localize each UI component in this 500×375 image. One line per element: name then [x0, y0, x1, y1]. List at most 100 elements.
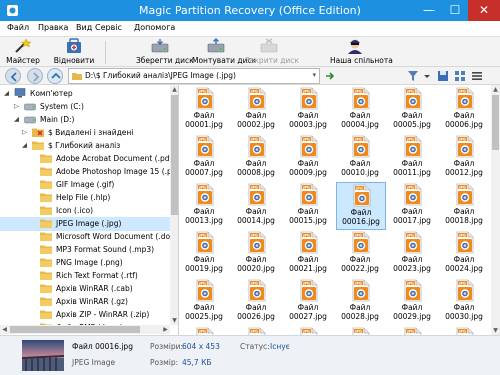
address-dropdown[interactable]: ▾ — [312, 71, 316, 79]
save-disk-button[interactable]: Зберегти диск — [136, 37, 194, 67]
file-item[interactable]: JPG Файл 00008.jpg — [232, 134, 282, 182]
tree-item[interactable]: Архів WinRAR (.gz) — [30, 295, 171, 309]
scroll-up-icon[interactable]: ▲ — [491, 85, 500, 94]
tree-item[interactable]: ◢ $ Глибокий аналіз — [22, 139, 171, 153]
tree-item[interactable]: PNG Image (.png) — [30, 256, 171, 270]
tree-item[interactable]: Архів ZIP - WinRAR (.zip) — [30, 308, 171, 322]
file-item[interactable]: JPG Файл 00019.jpg — [180, 230, 230, 278]
file-item[interactable]: JPG Файл 00027.jpg — [284, 278, 334, 326]
go-arrow-icon[interactable] — [324, 70, 336, 82]
scroll-left-icon[interactable]: ◀ — [0, 325, 9, 334]
back-button[interactable] — [5, 68, 21, 84]
file-item[interactable]: JPG Файл 00015.jpg — [284, 182, 334, 230]
view-mode-icon[interactable] — [454, 70, 466, 82]
file-item[interactable]: JPG Файл 00022.jpg — [336, 230, 386, 278]
maximize-button[interactable]: ☐ — [442, 0, 468, 21]
file-name-line2: 00001.jpg — [185, 120, 223, 129]
tree-item[interactable]: ◢ Main (D:) — [14, 113, 171, 127]
minimize-button[interactable]: — — [416, 0, 442, 21]
file-item[interactable]: JPG — [180, 326, 230, 335]
scroll-up-icon[interactable]: ▲ — [170, 85, 178, 94]
collapse-icon[interactable]: ◢ — [4, 89, 9, 97]
tree-item[interactable]: MP3 Format Sound (.mp3) — [30, 243, 171, 257]
file-item[interactable]: JPG — [336, 326, 386, 335]
grid-scroll-thumb[interactable] — [492, 95, 499, 150]
file-item[interactable]: JPG Файл 00030.jpg — [440, 278, 490, 326]
file-item[interactable]: JPG Файл 00011.jpg — [388, 134, 438, 182]
tree-item[interactable]: ▷ $ Видалені і знайдені — [22, 126, 171, 140]
mount-disk-icon — [207, 38, 225, 53]
menu-edit[interactable]: Правка — [38, 23, 68, 32]
tree-item[interactable]: GIF Image (.gif) — [30, 178, 171, 192]
wizard-icon — [15, 38, 32, 53]
file-item[interactable]: JPG Файл 00003.jpg — [284, 86, 334, 134]
expand-icon[interactable]: ▷ — [22, 128, 27, 136]
file-item[interactable]: JPG Файл 00014.jpg — [232, 182, 282, 230]
file-item[interactable]: JPG Файл 00029.jpg — [388, 278, 438, 326]
filter-dropdown-icon[interactable] — [423, 70, 431, 82]
close-button[interactable]: ✕ — [468, 0, 500, 21]
file-item[interactable]: JPG Файл 00017.jpg — [388, 182, 438, 230]
scroll-down-icon[interactable]: ▼ — [491, 326, 500, 335]
options-icon[interactable] — [471, 70, 483, 82]
save-icon[interactable] — [437, 70, 449, 82]
expand-icon[interactable]: ▷ — [14, 102, 19, 110]
file-item[interactable]: JPG Файл 00007.jpg — [180, 134, 230, 182]
scroll-down-icon[interactable]: ▼ — [170, 316, 178, 325]
file-item[interactable]: JPG Файл 00021.jpg — [284, 230, 334, 278]
menu-view[interactable]: Вид — [76, 23, 92, 32]
tree-item[interactable]: JPEG Image (.jpg) — [0, 217, 171, 231]
tree-scroll-thumb[interactable] — [171, 95, 178, 215]
file-item[interactable]: JPG — [284, 326, 334, 335]
forward-button[interactable] — [27, 68, 43, 84]
close-disk-button[interactable]: Закрити диск — [245, 37, 299, 67]
file-item[interactable]: JPG Файл 00025.jpg — [180, 278, 230, 326]
tree-item[interactable]: Help File (.hlp) — [30, 191, 171, 205]
file-item[interactable]: JPG Файл 00016.jpg — [336, 182, 386, 230]
restore-button[interactable]: Відновити — [54, 37, 94, 67]
file-item[interactable]: JPG Файл 00026.jpg — [232, 278, 282, 326]
tree-item[interactable]: Архів WinRAR (.cab) — [30, 282, 171, 296]
file-item[interactable]: JPG — [232, 326, 282, 335]
file-item[interactable]: JPG Файл 00018.jpg — [440, 182, 490, 230]
menu-service[interactable]: Сервіс — [95, 23, 122, 32]
file-item[interactable]: JPG Файл 00001.jpg — [180, 86, 230, 134]
grid-vertical-scrollbar[interactable]: ▲ ▼ — [491, 85, 500, 335]
tree-item-label: Icon (.ico) — [56, 206, 94, 215]
file-item[interactable]: JPG Файл 00012.jpg — [440, 134, 490, 182]
tree-item[interactable]: ◢ Комп'ютер — [4, 87, 171, 101]
tree-vertical-scrollbar[interactable]: ▲ ▼ — [170, 85, 178, 325]
tree-horizontal-scrollbar[interactable]: ◀ ▶ — [0, 325, 170, 334]
menu-file[interactable]: Файл — [7, 23, 29, 32]
file-item[interactable]: JPG Файл 00020.jpg — [232, 230, 282, 278]
tree-item[interactable]: Adobe Acrobat Document (.pdf) — [30, 152, 171, 166]
file-item[interactable]: JPG Файл 00004.jpg — [336, 86, 386, 134]
tree-item[interactable]: Rich Text Format (.rtf) — [30, 269, 171, 283]
scroll-right-icon[interactable]: ▶ — [161, 325, 170, 334]
filter-icon[interactable] — [407, 70, 419, 82]
address-field[interactable]: D:\$ Глибокий аналіз\JPEG Image (.jpg) ▾ — [68, 68, 320, 84]
file-item[interactable]: JPG Файл 00010.jpg — [336, 134, 386, 182]
tree-item[interactable]: ▷ System (C:) — [14, 100, 171, 114]
mount-disk-button[interactable]: Монтувати диск — [192, 37, 256, 67]
menu-help[interactable]: Допомога — [134, 23, 175, 32]
file-item[interactable]: JPG Файл 00005.jpg — [388, 86, 438, 134]
up-button[interactable] — [47, 68, 63, 84]
tree-item[interactable]: Adobe Photoshop Image 15 (.psd) — [30, 165, 171, 179]
file-item[interactable]: JPG Файл 00013.jpg — [180, 182, 230, 230]
tree-item[interactable]: Microsoft Word Document (.doc) — [30, 230, 171, 244]
file-item[interactable]: JPG Файл 00028.jpg — [336, 278, 386, 326]
tree-item[interactable]: Icon (.ico) — [30, 204, 171, 218]
file-item[interactable]: JPG — [440, 326, 490, 335]
file-item[interactable]: JPG Файл 00024.jpg — [440, 230, 490, 278]
file-item[interactable]: JPG Файл 00006.jpg — [440, 86, 490, 134]
file-item[interactable]: JPG — [388, 326, 438, 335]
collapse-icon[interactable]: ◢ — [22, 141, 27, 149]
community-button[interactable]: Наша спільнота — [330, 37, 393, 67]
file-item[interactable]: JPG Файл 00023.jpg — [388, 230, 438, 278]
collapse-icon[interactable]: ◢ — [14, 115, 19, 123]
file-item[interactable]: JPG Файл 00009.jpg — [284, 134, 334, 182]
file-item[interactable]: JPG Файл 00002.jpg — [232, 86, 282, 134]
tree-hscroll-thumb[interactable] — [10, 326, 140, 333]
wizard-button[interactable]: Майстер — [6, 37, 40, 67]
